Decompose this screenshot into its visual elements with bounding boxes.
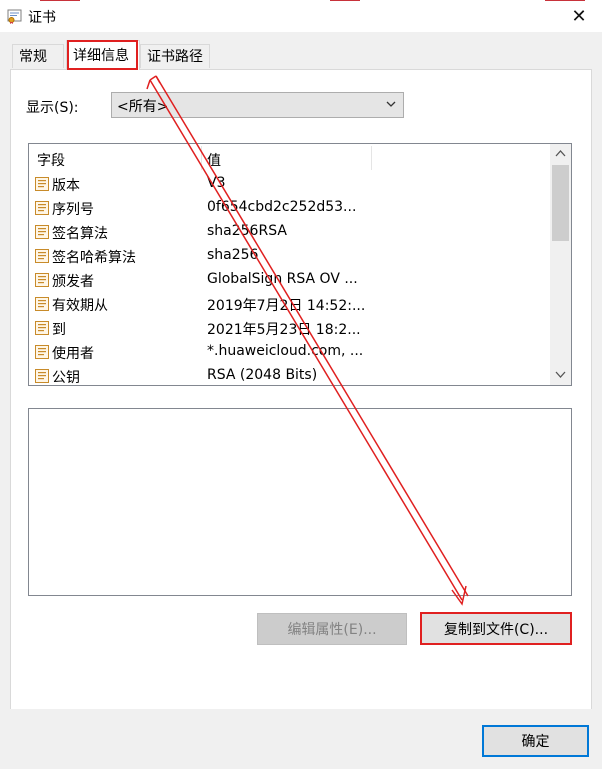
title-bar <box>0 0 602 32</box>
copy-to-file-button[interactable]: 复制到文件(C)... <box>420 612 572 645</box>
close-icon: ✕ <box>571 5 587 27</box>
row-value: V3 <box>207 175 226 191</box>
row-field: 有效期从 <box>52 298 108 314</box>
field-icon <box>35 369 49 383</box>
title-accent <box>40 0 80 1</box>
field-icon <box>35 273 49 287</box>
column-divider[interactable] <box>371 146 372 170</box>
tab-certificate-path[interactable]: 证书路径 <box>140 44 210 68</box>
list-header <box>29 144 550 172</box>
row-value: *.huaweicloud.com, ... <box>207 343 364 359</box>
row-value: sha256 <box>207 247 259 263</box>
row-field: 到 <box>52 322 66 338</box>
title-accent <box>545 0 585 1</box>
row-field: 使用者 <box>52 346 94 362</box>
list-item[interactable]: 颁发者 GlobalSign RSA OV ... <box>30 268 550 292</box>
field-icon <box>35 249 49 263</box>
row-field: 签名哈希算法 <box>52 250 136 266</box>
show-select-value: <所有> <box>117 99 169 115</box>
column-header-value[interactable]: 值 <box>207 150 221 170</box>
chevron-down-icon <box>386 101 396 107</box>
row-value: sha256RSA <box>207 223 287 239</box>
field-icon <box>35 177 49 191</box>
row-field: 版本 <box>52 178 80 194</box>
column-divider[interactable] <box>201 146 202 170</box>
field-icon <box>35 225 49 239</box>
scroll-thumb[interactable] <box>552 165 569 241</box>
edit-properties-button[interactable]: 编辑属性(E)... <box>257 613 407 645</box>
field-icon <box>35 297 49 311</box>
row-value: 0f654cbd2c252d53... <box>207 199 357 215</box>
row-field: 序列号 <box>52 202 94 218</box>
column-header-field[interactable]: 字段 <box>37 150 65 170</box>
show-label: 显示(S): <box>26 100 79 116</box>
scroll-up-icon[interactable] <box>555 148 566 159</box>
window-title: 证书 <box>28 10 56 26</box>
row-field: 签名算法 <box>52 226 108 242</box>
ok-button[interactable]: 确定 <box>482 725 589 757</box>
field-icon <box>35 201 49 215</box>
row-value: 2019年7月2日 14:52:... <box>207 298 366 314</box>
certificate-icon <box>7 9 22 24</box>
row-value: GlobalSign RSA OV ... <box>207 271 358 287</box>
field-detail-textbox[interactable] <box>28 408 572 596</box>
list-item[interactable]: 到 2021年5月23日 18:2... <box>30 316 550 340</box>
close-button[interactable]: ✕ <box>564 2 594 30</box>
tab-general[interactable]: 常规 <box>12 44 64 68</box>
title-accent <box>330 0 360 1</box>
list-item[interactable]: 版本 V3 <box>30 172 550 196</box>
list-item[interactable]: 签名算法 sha256RSA <box>30 220 550 244</box>
field-icon <box>35 321 49 335</box>
list-item[interactable]: 使用者 *.huaweicloud.com, ... <box>30 340 550 364</box>
row-field: 颁发者 <box>52 274 94 290</box>
tab-highlight-box <box>67 40 138 70</box>
list-item[interactable]: 有效期从 2019年7月2日 14:52:... <box>30 292 550 316</box>
list-item[interactable]: 序列号 0f654cbd2c252d53... <box>30 196 550 220</box>
row-field: 公钥 <box>52 370 80 385</box>
field-icon <box>35 345 49 359</box>
list-item[interactable]: 签名哈希算法 sha256 <box>30 244 550 268</box>
list-item[interactable]: 公钥 RSA (2048 Bits) <box>30 364 550 385</box>
row-value: 2021年5月23日 18:2... <box>207 322 361 338</box>
row-value: RSA (2048 Bits) <box>207 367 318 383</box>
scroll-down-icon[interactable] <box>555 369 566 380</box>
